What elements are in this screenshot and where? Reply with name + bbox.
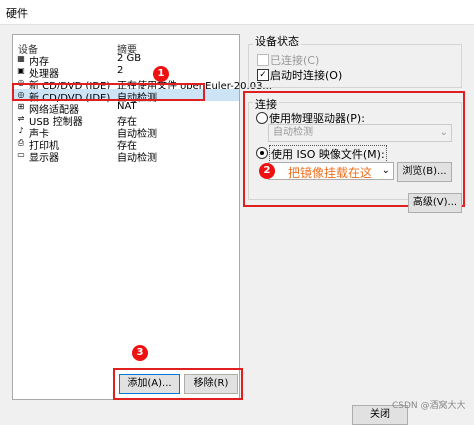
connected-label: 已连接(C) xyxy=(270,54,320,67)
usb-icon: ⇌ xyxy=(17,114,25,123)
monitor-icon: ▭ xyxy=(17,150,25,159)
device-summary: 2 xyxy=(117,65,124,76)
watermark: CSDN @酒窝大大 xyxy=(392,401,466,411)
printer-icon: ⎙ xyxy=(17,138,25,147)
remove-button[interactable]: 移除(R) xyxy=(184,374,238,394)
network-icon: ⊞ xyxy=(17,102,25,111)
advanced-button[interactable]: 高级(V)... xyxy=(408,193,462,213)
connect-at-power-on-checkbox[interactable]: ✓ xyxy=(257,69,269,81)
device-status-title: 设备状态 xyxy=(253,33,301,49)
add-button[interactable]: 添加(A)... xyxy=(119,374,180,394)
hardware-row-display[interactable]: ▭ 显示器 自动检测 xyxy=(13,149,239,164)
hardware-row-printer[interactable]: ⎙ 打印机 存在 xyxy=(13,137,239,152)
cpu-icon: ▣ xyxy=(17,66,25,75)
hardware-row-sound[interactable]: ♪ 声卡 自动检测 xyxy=(13,125,239,140)
highlight-box-cdrom xyxy=(12,83,205,101)
connected-checkbox[interactable] xyxy=(257,54,269,66)
highlight-box-connection xyxy=(243,91,465,207)
hardware-row-processor[interactable]: ▣ 处理器 2 xyxy=(13,65,239,80)
device-summary: 自动检测 xyxy=(117,153,157,164)
hardware-row-memory[interactable]: ▦ 内存 2 GB xyxy=(13,53,239,68)
title-bar: 硬件 xyxy=(0,0,474,25)
hardware-row-network[interactable]: ⊞ 网络适配器 NAT xyxy=(13,101,239,116)
device-summary: 2 GB xyxy=(117,53,142,64)
hardware-row-usb[interactable]: ⇌ USB 控制器 存在 xyxy=(13,113,239,128)
window-title: 硬件 xyxy=(6,7,28,20)
memory-icon: ▦ xyxy=(17,54,25,63)
sound-icon: ♪ xyxy=(18,126,24,135)
annotation-badge-3: 3 xyxy=(132,345,148,361)
device-name: 显示器 xyxy=(29,153,59,164)
device-summary: NAT xyxy=(117,101,137,112)
connect-at-power-on-label: 启动时连接(O) xyxy=(270,69,343,82)
annotation-badge-1: 1 xyxy=(153,66,169,82)
